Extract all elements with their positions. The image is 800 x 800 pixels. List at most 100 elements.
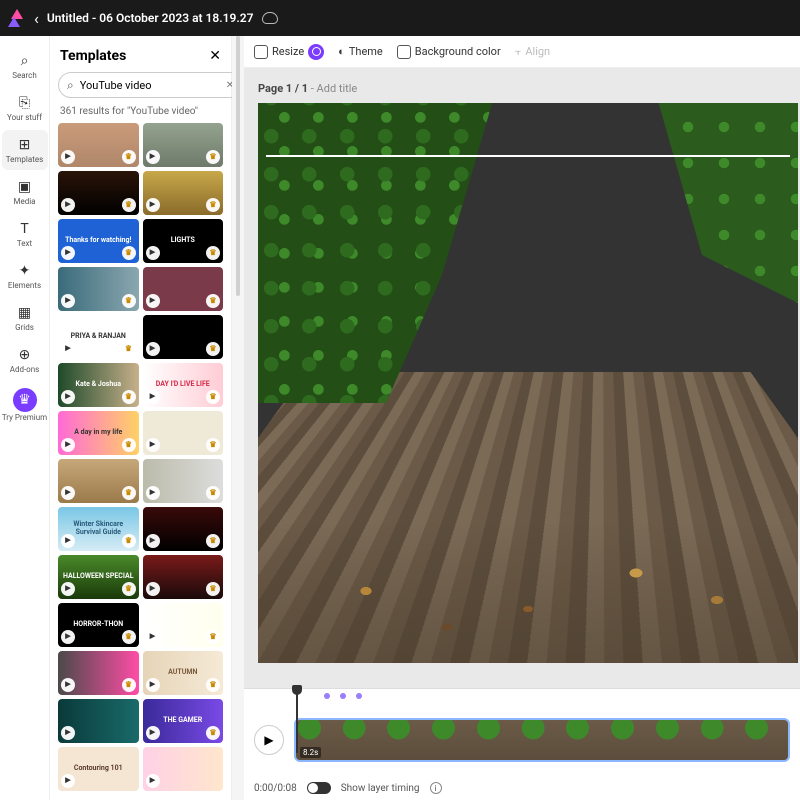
play-icon: ▶: [146, 678, 160, 692]
cloud-sync-icon[interactable]: [262, 12, 278, 24]
rail-grids[interactable]: ▦Grids: [2, 298, 48, 338]
back-button[interactable]: ‹: [34, 9, 39, 28]
play-icon: ▶: [146, 150, 160, 164]
template-card[interactable]: Winter Skincare Survival Guide▶♛: [58, 507, 139, 551]
template-card[interactable]: PRIYA & RANJAN▶♛: [58, 315, 139, 359]
clip-frame: [430, 720, 475, 760]
template-card[interactable]: ▶♛: [143, 123, 224, 167]
premium-crown-icon: ♛: [122, 630, 136, 644]
premium-crown-icon: ♛: [206, 534, 220, 548]
template-card[interactable]: Contouring 101▶: [58, 747, 139, 791]
crown-icon: ♛: [13, 388, 37, 412]
template-card[interactable]: Kate & Joshua▶♛: [58, 363, 139, 407]
play-icon: ▶: [146, 198, 160, 212]
align-icon: ⫟: [515, 45, 522, 59]
templates-icon: ⊞: [16, 136, 34, 154]
premium-crown-icon: ♛: [206, 150, 220, 164]
layer-timing-label: Show layer timing: [341, 783, 420, 794]
play-icon: ▶: [61, 390, 75, 404]
rail-templates[interactable]: ⊞Templates: [2, 130, 48, 170]
rail-search[interactable]: ⌕Search: [2, 46, 48, 86]
template-card[interactable]: LIGHTS▶♛: [143, 219, 224, 263]
canvas-foliage-right: [598, 103, 798, 333]
page-workspace: Page 1 / 1 - Add title: [244, 68, 800, 688]
resize-button[interactable]: Resize: [254, 44, 324, 60]
play-icon: ▶: [146, 582, 160, 596]
play-icon: ▶: [61, 486, 75, 500]
template-card[interactable]: Thanks for watching!▶♛: [58, 219, 139, 263]
template-card[interactable]: ▶♛: [143, 315, 224, 359]
page-indicator[interactable]: Page 1 / 1 - Add title: [258, 82, 800, 95]
premium-crown-icon: ♛: [122, 390, 136, 404]
premium-crown-icon: ♛: [122, 150, 136, 164]
template-card[interactable]: ▶: [143, 747, 224, 791]
clip-frame: [520, 720, 565, 760]
canvas-text-underline: [266, 155, 790, 157]
bgcolor-button[interactable]: Background color: [397, 45, 501, 59]
layer-timing-toggle[interactable]: [307, 782, 331, 794]
template-card[interactable]: ▶♛: [143, 267, 224, 311]
rail-addons[interactable]: ⊕Add-ons: [2, 340, 48, 380]
rail-media[interactable]: ▣Media: [2, 172, 48, 212]
info-icon[interactable]: i: [430, 782, 442, 794]
play-icon: ▶: [146, 726, 160, 740]
clip-frame: [564, 720, 609, 760]
template-card[interactable]: ▶♛: [143, 603, 224, 647]
template-card[interactable]: HORROR-THON▶♛: [58, 603, 139, 647]
clip-frame: [609, 720, 654, 760]
search-icon: ⌕: [67, 78, 74, 93]
resize-icon: [254, 45, 268, 59]
app-logo-icon: [8, 9, 26, 27]
color-icon: [397, 45, 411, 59]
premium-crown-icon: ♛: [122, 246, 136, 260]
template-card[interactable]: HALLOWEEN SPECIAL▶♛: [58, 555, 139, 599]
clip-frame: [699, 720, 744, 760]
panel-resize-handle[interactable]: [232, 36, 244, 800]
timeline: ▶ 8.2s 0:00/0:08 Show layer timing i: [244, 688, 800, 800]
rail-premium[interactable]: ♛Try Premium: [2, 382, 48, 428]
play-icon: ▶: [146, 486, 160, 500]
play-icon: ▶: [61, 342, 75, 356]
template-card[interactable]: ▶♛: [58, 651, 139, 695]
search-input[interactable]: [80, 79, 220, 92]
play-icon: ▶: [146, 774, 160, 788]
rail-your-stuff[interactable]: ⎘Your stuff: [2, 88, 48, 128]
results-count: 361 results for "YouTube video": [50, 104, 231, 123]
media-icon: ▣: [16, 178, 34, 196]
rail-text[interactable]: TText: [2, 214, 48, 254]
canvas-toolbar: Resize ◐Theme Background color ⫟Align: [244, 36, 800, 68]
template-card[interactable]: ▶♛: [143, 507, 224, 551]
template-card[interactable]: A day in my life▶♛: [58, 411, 139, 455]
template-search-field[interactable]: ⌕ ✕: [58, 72, 243, 98]
template-card[interactable]: ▶: [58, 699, 139, 743]
template-card[interactable]: ▶♛: [58, 459, 139, 503]
template-card[interactable]: ▶♛: [143, 459, 224, 503]
resize-badge-icon: [308, 44, 324, 60]
template-card[interactable]: ▶♛: [143, 555, 224, 599]
canvas[interactable]: [258, 103, 798, 663]
template-card[interactable]: DAY I'D LIVE LIFE▶♛: [143, 363, 224, 407]
template-card[interactable]: AUTUMN▶♛: [143, 651, 224, 695]
template-card[interactable]: ▶♛: [58, 267, 139, 311]
premium-crown-icon: ♛: [122, 438, 136, 452]
close-panel-button[interactable]: ✕: [209, 48, 221, 64]
theme-button[interactable]: ◐Theme: [338, 45, 383, 58]
rail-elements[interactable]: ✦Elements: [2, 256, 48, 296]
template-card[interactable]: ▶♛: [143, 411, 224, 455]
video-clip[interactable]: 8.2s: [294, 718, 790, 762]
play-icon: ▶: [61, 726, 75, 740]
template-card[interactable]: ▶♛: [143, 171, 224, 215]
top-app-bar: ‹ Untitled - 06 October 2023 at 18.19.27: [0, 0, 800, 36]
play-button[interactable]: ▶: [254, 725, 284, 755]
elements-icon: ✦: [16, 262, 34, 280]
premium-crown-icon: ♛: [122, 582, 136, 596]
clip-frame: [654, 720, 699, 760]
premium-crown-icon: ♛: [206, 438, 220, 452]
play-icon: ▶: [61, 438, 75, 452]
template-card[interactable]: THE GAMER▶♛: [143, 699, 224, 743]
playhead[interactable]: [296, 689, 298, 753]
folder-icon: ⎘: [16, 94, 34, 112]
template-card[interactable]: ▶♛: [58, 123, 139, 167]
template-card[interactable]: ▶♛: [58, 171, 139, 215]
play-icon: ▶: [61, 582, 75, 596]
